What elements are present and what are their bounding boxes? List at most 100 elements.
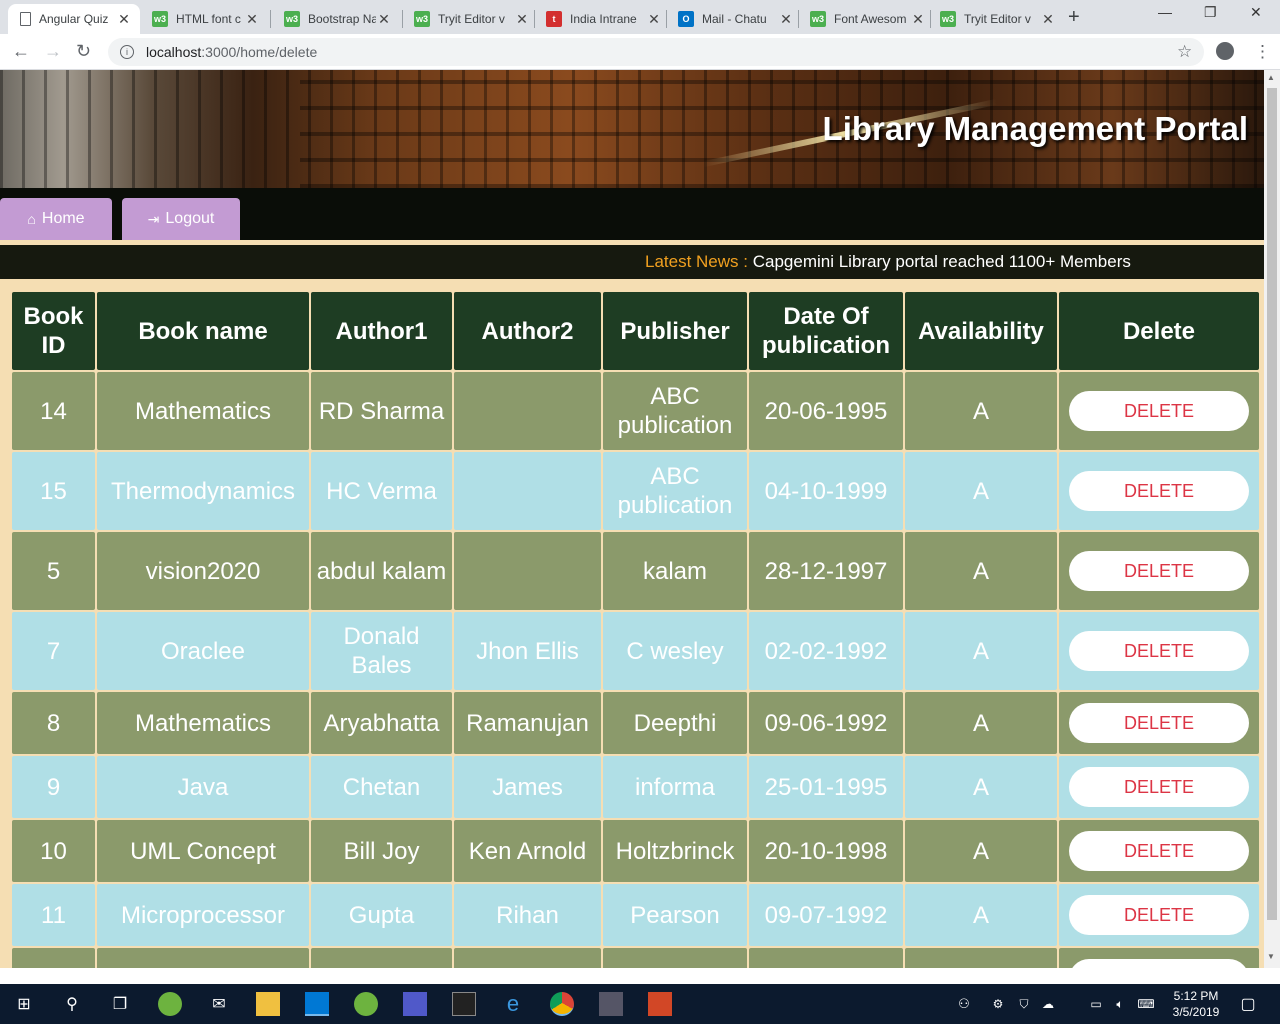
terminal-icon[interactable]	[452, 992, 476, 1016]
bookmark-star-icon[interactable]: ☆	[1177, 42, 1192, 62]
home-button[interactable]: ⌂ Home	[0, 198, 112, 240]
delete-button[interactable]: DELETE	[1069, 471, 1249, 511]
close-icon[interactable]: ✕	[778, 11, 794, 28]
cell-author1: Chetan	[311, 756, 452, 818]
close-icon[interactable]: ✕	[1040, 11, 1056, 28]
cell-book-name: Java	[97, 756, 309, 818]
browser-tab[interactable]: w3 HTML font c ✕	[148, 4, 264, 34]
tab-title: Angular Quiz	[39, 12, 109, 26]
cell-author1: abdul kalam	[311, 532, 452, 610]
table-row: 15 Thermodynamics HC Verma ABC publication 0…	[12, 452, 1259, 530]
tab-title: HTML font c	[176, 12, 241, 26]
cell-delete: DELETE	[1059, 452, 1259, 530]
navbar: ⌂ Home ⇥ Logout	[0, 188, 1264, 240]
cell-date: 02-02-1992	[749, 612, 903, 690]
back-icon[interactable]: ←	[12, 41, 30, 62]
delete-button[interactable]: DELETE	[1069, 831, 1249, 871]
volume-icon[interactable]: 🔈︎	[1108, 992, 1132, 1016]
forward-icon[interactable]: →	[44, 41, 62, 62]
cell-book-name: vision2020	[97, 532, 309, 610]
w3schools-icon: w3	[810, 11, 826, 27]
chrome-icon[interactable]	[550, 992, 574, 1016]
table-row: 8 Mathematics Aryabhatta Ramanujan Deepthi 09…	[12, 692, 1259, 754]
close-icon[interactable]: ✕	[244, 11, 260, 28]
teams-icon[interactable]	[403, 992, 427, 1016]
new-tab-icon[interactable]: +	[1068, 6, 1080, 29]
edge-icon[interactable]: e	[501, 991, 525, 1016]
cell-book-name: Oraclee	[97, 612, 309, 690]
network-icon[interactable]: ▭	[1084, 992, 1108, 1016]
cell-availability: A	[905, 612, 1057, 690]
spring-app-icon[interactable]	[158, 992, 182, 1016]
people-icon[interactable]: ⚇	[952, 992, 976, 1016]
delete-button[interactable]: DELETE	[1069, 631, 1249, 671]
browser-tab[interactable]: t India Intrane ✕	[542, 4, 666, 34]
delete-button[interactable]: DELETE	[1069, 895, 1249, 935]
taskbar-clock[interactable]: 5:12 PM 3/5/2019	[1166, 988, 1226, 1020]
delete-button[interactable]: DELETE	[1069, 959, 1249, 968]
windows-start-icon[interactable]: ⊞	[12, 992, 36, 1016]
cloud-icon[interactable]: ☁	[1036, 992, 1060, 1016]
shield-icon[interactable]: ⛉	[1012, 992, 1036, 1016]
delete-button[interactable]: DELETE	[1069, 767, 1249, 807]
delete-button[interactable]: DELETE	[1069, 551, 1249, 591]
close-icon[interactable]: ✕	[646, 11, 662, 28]
cell-publisher: Pearson	[603, 884, 747, 946]
reload-icon[interactable]: ↻	[76, 41, 91, 62]
minimize-icon[interactable]: —	[1158, 4, 1172, 20]
info-icon[interactable]: i	[120, 45, 134, 59]
mail-icon[interactable]: ✉	[207, 992, 231, 1016]
close-icon[interactable]: ✕	[514, 11, 530, 28]
cell-author2: James	[454, 756, 601, 818]
outlook-icon: O	[678, 11, 694, 27]
cell-date: 25-01-1995	[749, 756, 903, 818]
delete-button[interactable]: DELETE	[1069, 391, 1249, 431]
t-icon: t	[546, 11, 562, 27]
table-row: 12OOPsAlankeyyDoannxInforma09-03-1995A DE…	[12, 948, 1259, 968]
tab-title: Mail - Chatu	[702, 12, 767, 26]
browser-tab[interactable]: w3 Font Awesom ✕	[806, 4, 930, 34]
maximize-icon[interactable]: ❐	[1204, 4, 1217, 21]
cell-publisher: kalam	[603, 532, 747, 610]
sql-icon[interactable]	[599, 992, 623, 1016]
file-explorer-icon[interactable]	[256, 992, 280, 1016]
cell-book-id: 10	[12, 820, 95, 882]
cell-book-id: 12	[12, 948, 95, 968]
menu-icon[interactable]: ⋮	[1254, 42, 1271, 62]
cell-date: 28-12-1997	[749, 532, 903, 610]
page-scrollbar[interactable]: ▲ ▼	[1264, 70, 1280, 968]
cell-delete: DELETE	[1059, 820, 1259, 882]
task-view-icon[interactable]: ❐	[108, 992, 132, 1016]
browser-tab[interactable]: w3 Tryit Editor v ✕	[410, 4, 534, 34]
cell-author2: Jhon Ellis	[454, 612, 601, 690]
keyboard-icon[interactable]: ⌨	[1134, 992, 1158, 1016]
tab-title: Tryit Editor v	[964, 12, 1031, 26]
tab-title: Font Awesom	[834, 12, 907, 26]
browser-tab[interactable]: w3 Bootstrap Na ✕	[280, 4, 396, 34]
cell-delete: DELETE	[1059, 612, 1259, 690]
site-title: Library Management Portal	[822, 110, 1248, 147]
cell-delete: DELETE	[1059, 692, 1259, 754]
cell-publisher: informa	[603, 756, 747, 818]
cell-date: 09-03-1995	[749, 948, 903, 968]
notification-icon[interactable]: ▢	[1236, 992, 1260, 1016]
window-close-icon[interactable]: ✕	[1250, 4, 1262, 21]
address-bar[interactable]: i localhost:3000/home/delete	[108, 38, 1204, 66]
close-icon[interactable]: ✕	[376, 11, 392, 28]
tray-icon[interactable]: ⚙	[986, 992, 1010, 1016]
profile-icon[interactable]	[1216, 42, 1234, 60]
close-icon[interactable]: ✕	[116, 11, 132, 28]
search-icon[interactable]: ⚲	[60, 992, 84, 1016]
cell-date: 20-06-1995	[749, 372, 903, 450]
cell-publisher: Deepthi	[603, 692, 747, 754]
spring-tool-icon[interactable]	[354, 992, 378, 1016]
delete-button[interactable]: DELETE	[1069, 703, 1249, 743]
browser-toolbar: ← → ↻ i localhost:3000/home/delete ☆ ⋮	[0, 34, 1280, 70]
browser-tab[interactable]: w3 Tryit Editor v ✕	[936, 4, 1060, 34]
vscode-icon[interactable]	[305, 992, 329, 1016]
close-icon[interactable]: ✕	[910, 11, 926, 28]
powerpoint-icon[interactable]	[648, 992, 672, 1016]
browser-tab[interactable]: Angular Quiz ✕	[8, 4, 140, 34]
browser-tab[interactable]: O Mail - Chatu ✕	[674, 4, 798, 34]
logout-button[interactable]: ⇥ Logout	[122, 198, 240, 240]
